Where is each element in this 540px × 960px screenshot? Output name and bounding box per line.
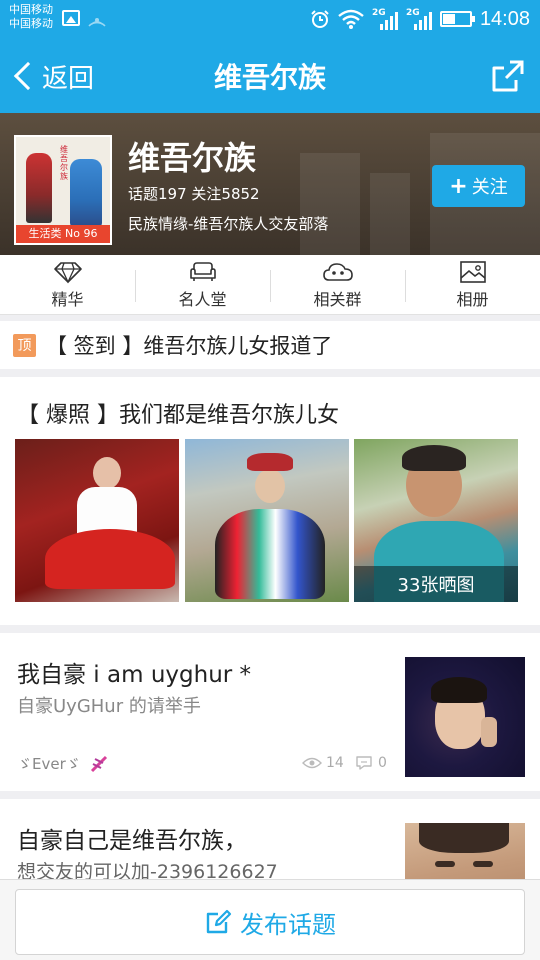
post-title: 我自豪 i am uyghur * — [17, 662, 252, 688]
avatar-figure — [70, 159, 102, 227]
signal-icon-2: 2G — [406, 8, 432, 30]
back-button[interactable]: 返回 — [12, 56, 94, 96]
carrier-labels: 中国移动 中国移动 — [9, 3, 53, 31]
hotspot-icon — [88, 18, 106, 27]
group-stats: 话题197 关注5852 — [128, 183, 260, 204]
post-card[interactable]: 【 爆照 】我们都是维吾尔族儿女 33张晒图 — [0, 377, 540, 625]
post-title: 【 爆照 】我们都是维吾尔族儿女 — [17, 403, 339, 428]
tab-label: 相册 — [456, 289, 489, 309]
clock: 14:08 — [479, 7, 530, 30]
post-card[interactable]: 自豪自己是维吾尔族， 想交友的可以加-2396126627 — [0, 799, 540, 889]
tab-label: 名人堂 — [178, 289, 227, 309]
tab-label: 精华 — [51, 289, 84, 309]
thumbnail-hair — [419, 823, 509, 853]
post-subtitle: 自豪UyGHur 的请举手 — [17, 696, 201, 717]
view-count: 14 — [302, 755, 344, 771]
photo-count-label: 33张晒图 — [354, 566, 518, 602]
plus-icon: + — [449, 173, 468, 199]
pinned-topic[interactable]: 顶 【 签到 】维吾尔族儿女报道了 — [0, 321, 540, 369]
post-photo[interactable] — [185, 439, 349, 602]
photo-icon — [459, 260, 486, 283]
post-card[interactable]: 我自豪 i am uyghur * 自豪UyGHur 的请举手 ゞEverゞ 1… — [0, 633, 540, 791]
comments-value: 0 — [378, 755, 387, 771]
post-photo[interactable] — [15, 439, 179, 602]
group-description: 民族情缘-维吾尔族人交友部落 — [128, 215, 329, 233]
back-label: 返回 — [42, 63, 95, 94]
edit-icon — [206, 909, 232, 934]
tab-featured[interactable]: 精华 — [0, 255, 135, 314]
post-title: 自豪自己是维吾尔族， — [17, 828, 247, 854]
pin-badge: 顶 — [13, 333, 36, 357]
thumbnail-hair — [431, 677, 487, 703]
follow-label: 关注 — [471, 177, 508, 198]
topics-count: 话题197 — [128, 185, 187, 203]
group-avatar[interactable]: 维吾尔族 生活类 No 96 — [14, 135, 112, 245]
eye-icon — [302, 757, 322, 769]
status-bar: 中国移动 中国移动 2G 2G 14:08 — [0, 0, 540, 38]
tab-album[interactable]: 相册 — [405, 255, 540, 314]
photo-hair — [402, 445, 466, 471]
status-icons: 2G 2G 14:08 — [310, 6, 530, 32]
publish-label: 发布话题 — [240, 910, 336, 939]
image-notification-icon — [62, 10, 80, 26]
thumbnail-hand — [481, 717, 497, 747]
tab-label: 相关群 — [313, 289, 362, 309]
rank-badge: 生活类 No 96 — [16, 225, 110, 243]
follow-button[interactable]: + 关注 — [432, 165, 525, 207]
group-tabs: 精华 名人堂 相关群 相册 — [0, 255, 540, 315]
post-author: ゞEverゞ — [17, 753, 109, 774]
group-name: 维吾尔族 — [128, 139, 257, 177]
alarm-icon — [311, 10, 329, 28]
cloud-group-icon — [322, 262, 353, 281]
wifi-icon — [338, 9, 364, 29]
battery-icon — [439, 11, 475, 27]
photo-hat — [247, 453, 293, 471]
background-ruin — [370, 173, 410, 255]
bottom-bar: 发布话题 — [0, 879, 540, 960]
comment-icon — [356, 756, 372, 770]
sofa-icon — [189, 261, 216, 281]
network-type-1: 2G — [371, 8, 386, 18]
tab-hall-of-fame[interactable]: 名人堂 — [135, 255, 270, 314]
views-value: 14 — [326, 755, 344, 771]
diamond-icon — [53, 261, 82, 284]
comment-count: 0 — [355, 755, 387, 771]
tab-related-groups[interactable]: 相关群 — [270, 255, 405, 314]
post-photo[interactable]: 33张晒图 — [354, 439, 518, 602]
thumbnail-eye — [473, 861, 493, 867]
photo-face — [93, 457, 121, 489]
photo-dress — [215, 509, 325, 599]
thumbnail-eye — [435, 861, 455, 867]
post-thumbnail[interactable] — [405, 657, 525, 777]
avatar-caption: 维吾尔族 — [60, 145, 68, 181]
carrier-2: 中国移动 — [9, 17, 53, 30]
photo-skirt — [45, 529, 175, 589]
photo-face — [255, 469, 285, 503]
network-type-2: 2G — [405, 8, 420, 18]
carrier-1: 中国移动 — [9, 3, 53, 16]
signal-icon-1: 2G — [372, 8, 398, 30]
publish-topic-button[interactable]: 发布话题 — [15, 889, 525, 955]
nav-bar: 返回 维吾尔族 — [0, 38, 540, 113]
follows-count: 关注5852 — [191, 185, 260, 203]
avatar-figure — [26, 153, 52, 223]
chevron-left-icon — [13, 61, 43, 91]
pinned-title: 【 签到 】维吾尔族儿女报道了 — [46, 334, 333, 358]
group-header: 维吾尔族 生活类 No 96 维吾尔族 话题197 关注5852 民族情缘-维吾… — [0, 113, 540, 255]
level-badge-icon — [90, 755, 107, 772]
author-name: ゞEverゞ — [17, 755, 81, 773]
background-ruin — [300, 153, 360, 255]
share-icon[interactable] — [488, 56, 528, 96]
